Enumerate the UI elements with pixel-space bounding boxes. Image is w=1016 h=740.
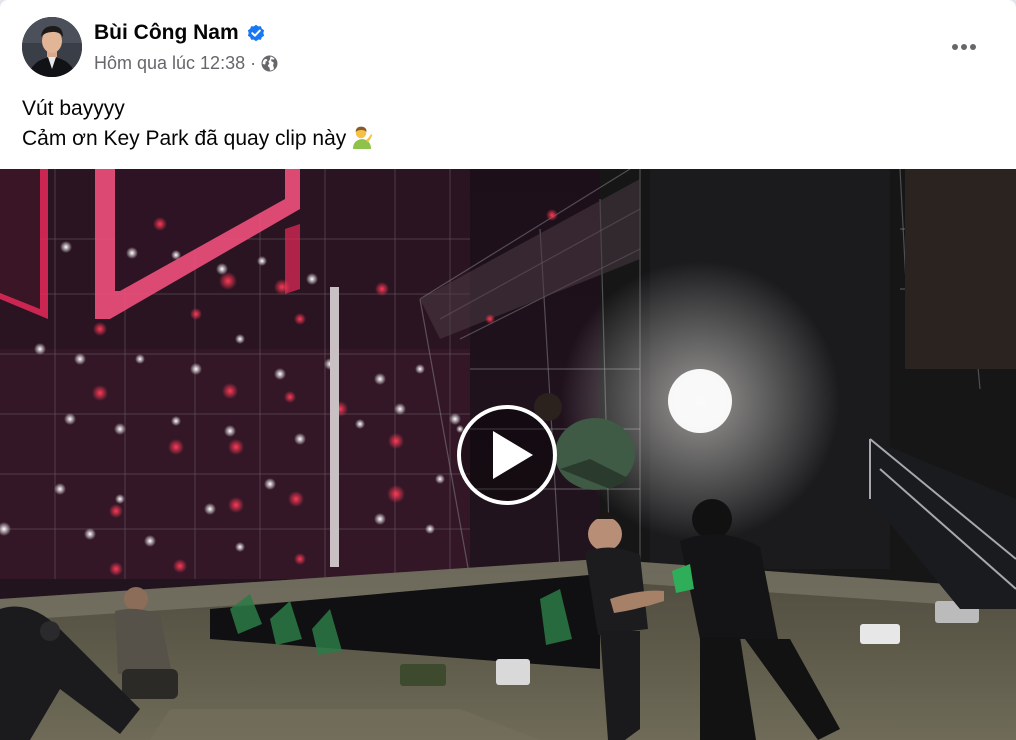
play-button[interactable]: [455, 403, 559, 507]
post-header: Bùi Công Nam Hôm qua lúc 12:38 ·: [22, 17, 994, 79]
post-card: Bùi Công Nam Hôm qua lúc 12:38 · Vút bay…: [0, 0, 1016, 740]
play-icon: [457, 405, 557, 505]
post-text-line-2: Cảm ơn Key Park đã quay clip này: [22, 124, 982, 158]
video-player[interactable]: [0, 169, 1016, 740]
person-tipping-hand-emoji-icon: [350, 125, 374, 158]
post-text-line-1: Vút bayyyy: [22, 97, 125, 120]
post-timestamp[interactable]: Hôm qua lúc 12:38: [94, 53, 245, 74]
post-meta: Hôm qua lúc 12:38 ·: [94, 53, 278, 74]
more-options-button[interactable]: [944, 29, 984, 65]
post-text: Vút bayyyy Cảm ơn Key Park đã quay clip …: [22, 94, 982, 158]
verified-badge-icon: [247, 24, 265, 42]
author-name-row: Bùi Công Nam: [94, 21, 265, 45]
globe-icon[interactable]: [261, 55, 278, 72]
more-options-icon: [952, 44, 976, 50]
author-name[interactable]: Bùi Công Nam: [94, 21, 239, 45]
author-avatar[interactable]: [22, 17, 82, 77]
meta-separator: ·: [250, 53, 257, 73]
avatar-image: [22, 17, 82, 77]
post-text-line-2-text: Cảm ơn Key Park đã quay clip này: [22, 127, 347, 150]
